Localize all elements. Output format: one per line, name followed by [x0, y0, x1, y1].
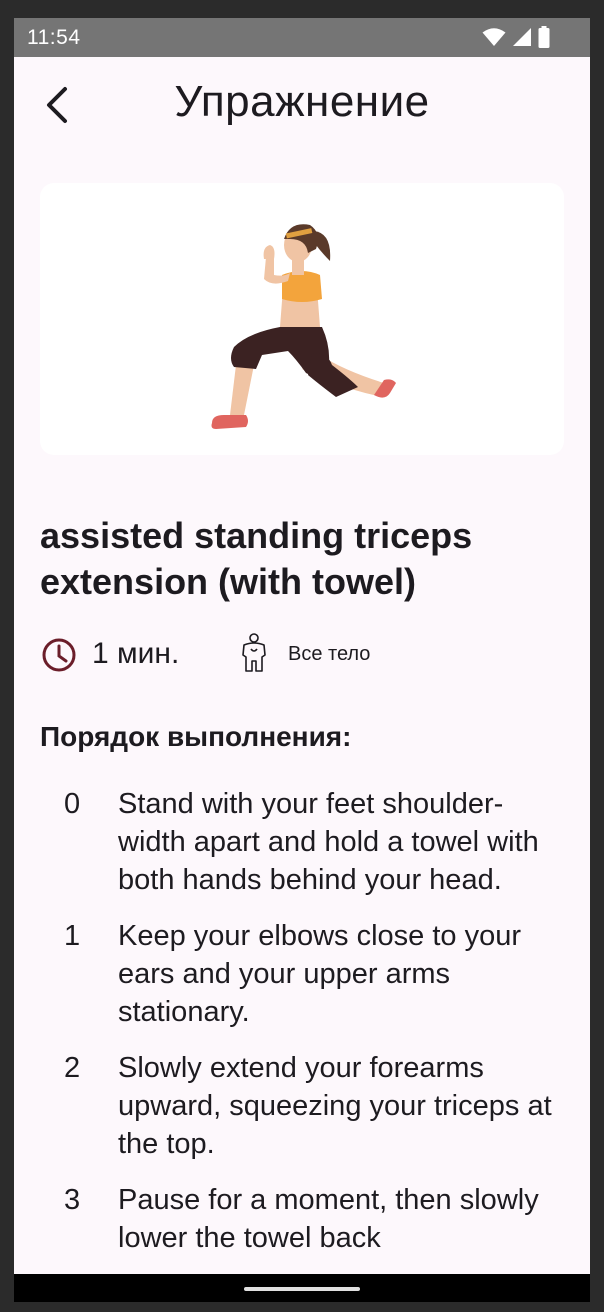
signal-icon	[513, 28, 531, 46]
status-icons	[482, 26, 550, 48]
woman-lunge-illustration	[211, 224, 396, 429]
step-text: Stand with your feet shoulder-width apar…	[118, 788, 539, 896]
home-gesture-handle[interactable]	[244, 1287, 360, 1291]
clock-icon	[42, 638, 76, 672]
step-number: 0	[64, 788, 81, 820]
body-icon	[242, 633, 266, 672]
device-frame: 11:54 Упражнение assisted standing trice…	[0, 0, 604, 1312]
steps-list: 0 Stand with your feet shoulder-width ap…	[40, 785, 570, 1274]
navigation-bar	[14, 1274, 590, 1302]
step-item: 0 Stand with your feet shoulder-width ap…	[40, 785, 570, 899]
exercise-title: assisted standing triceps extension (wit…	[40, 515, 473, 602]
step-text: Pause for a moment, then slowly lower th…	[118, 1184, 539, 1254]
page-title: Упражнение	[174, 77, 430, 126]
status-bar: 11:54	[14, 18, 590, 57]
wifi-icon	[482, 28, 506, 46]
step-item: 1 Keep your elbows close to your ears an…	[40, 917, 570, 1031]
exercise-image-card	[40, 183, 564, 455]
duration-label: 1 мин.	[92, 637, 180, 670]
step-number: 2	[64, 1052, 81, 1084]
battery-icon	[538, 26, 550, 48]
exercise-meta: 1 мин. Все тело	[40, 633, 570, 677]
app-bar: Упражнение	[14, 57, 590, 153]
step-number: 1	[64, 920, 81, 952]
screen: Упражнение assisted standing triceps ext…	[14, 57, 590, 1274]
body-part-label: Все тело	[288, 643, 371, 665]
status-time: 11:54	[27, 26, 81, 49]
step-number: 3	[64, 1184, 81, 1216]
step-text: Slowly extend your forearms upward, sque…	[118, 1052, 552, 1160]
step-item: 2 Slowly extend your forearms upward, sq…	[40, 1049, 570, 1163]
step-text: Keep your elbows close to your ears and …	[118, 920, 521, 1028]
step-item: 3 Pause for a moment, then slowly lower …	[40, 1181, 570, 1257]
steps-header: Порядок выполнения:	[40, 721, 352, 752]
